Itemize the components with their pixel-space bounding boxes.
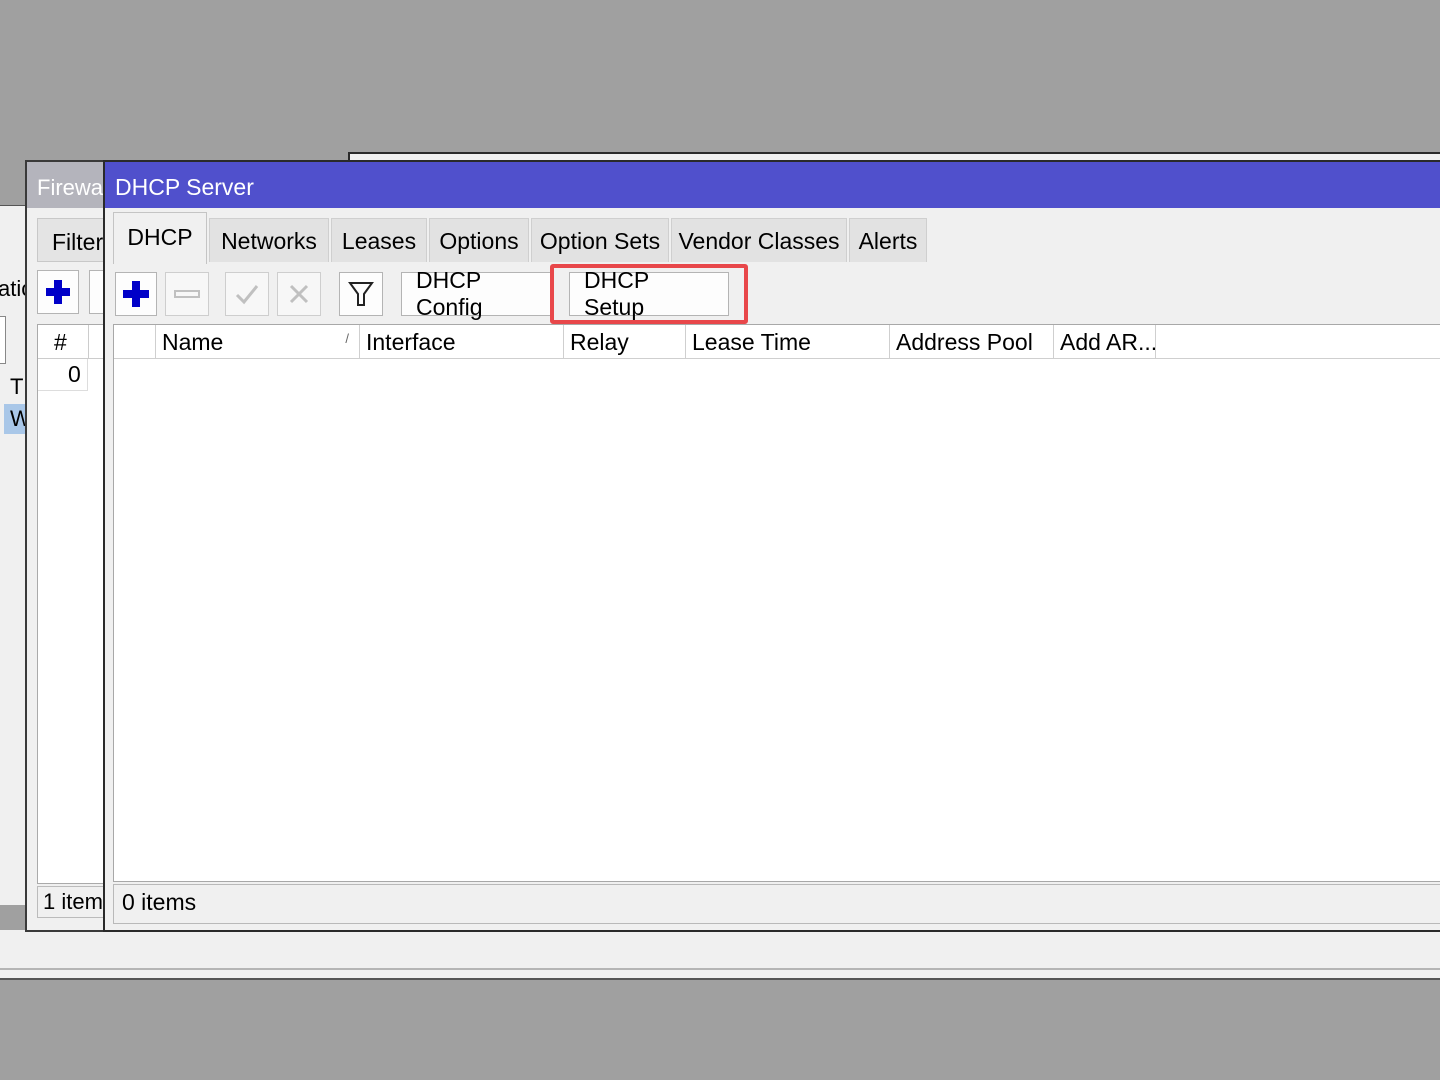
enable-button[interactable] (225, 272, 269, 316)
column-interface[interactable]: Interface (360, 325, 564, 359)
status-bar: 0 items (113, 884, 1440, 924)
check-icon (235, 285, 259, 305)
column-label: Name (162, 329, 224, 355)
column-lease-time[interactable]: Lease Time (686, 325, 890, 359)
status-bar: 1 item (37, 886, 108, 918)
minus-icon (174, 290, 200, 298)
cross-icon (289, 284, 309, 304)
column-add-arp[interactable]: Add AR... (1054, 325, 1156, 359)
column-relay[interactable]: Relay (564, 325, 686, 359)
tab-leases[interactable]: Leases (331, 218, 427, 262)
filter-icon (348, 282, 374, 306)
column-address-pool[interactable]: Address Pool (890, 325, 1054, 359)
row-number: 0 (68, 361, 81, 387)
dhcp-server-table[interactable]: Name / Interface Relay Lease Time Addres… (113, 324, 1440, 882)
window-title[interactable]: DHCP Server (105, 162, 1440, 208)
tab-dhcp[interactable]: DHCP (113, 212, 207, 264)
firewall-table: # 0 (37, 324, 108, 884)
table-header: # (38, 325, 108, 359)
add-icon (123, 281, 149, 307)
dhcp-setup-button[interactable]: DHCP Setup (569, 267, 729, 320)
tab-option-sets[interactable]: Option Sets (531, 218, 669, 262)
table-header: Name / Interface Relay Lease Time Addres… (114, 325, 1440, 359)
tab-filter[interactable]: Filter (37, 218, 108, 262)
dhcp-server-window[interactable]: DHCP Server DHCP Networks Leases Options… (103, 160, 1440, 932)
column-name[interactable]: Name / (156, 325, 360, 359)
column-number[interactable]: # (54, 329, 67, 356)
background-left-field (0, 316, 6, 364)
firewall-window-title[interactable]: Firewa (27, 162, 108, 208)
tab-networks[interactable]: Networks (209, 218, 329, 262)
toolbar: DHCP Config DHCP Setup (113, 267, 1440, 320)
filter-button[interactable] (339, 272, 383, 316)
sort-icon: / (345, 331, 349, 346)
add-button[interactable] (115, 272, 157, 316)
dhcp-config-button[interactable]: DHCP Config (401, 267, 551, 320)
tab-alerts[interactable]: Alerts (849, 218, 927, 262)
remove-button[interactable] (165, 272, 209, 316)
disable-button[interactable] (277, 272, 321, 316)
background-window-bottom (0, 930, 1440, 980)
column-selector[interactable] (114, 325, 156, 359)
background-row-text: T (10, 374, 24, 399)
background-window-left (0, 205, 28, 905)
tab-options[interactable]: Options (429, 218, 529, 262)
tab-vendor-classes[interactable]: Vendor Classes (671, 218, 847, 262)
add-icon[interactable] (37, 270, 79, 314)
firewall-window[interactable]: Firewa Filter # 0 1 item (25, 160, 110, 932)
